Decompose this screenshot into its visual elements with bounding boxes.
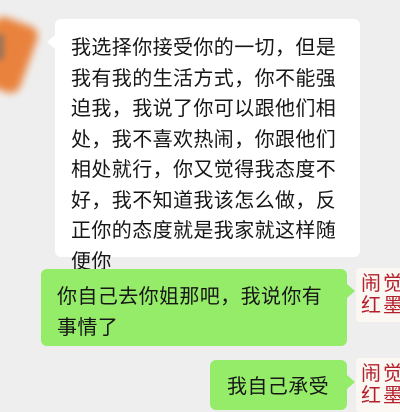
message-line: 好，我不知道我该怎么做，反 <box>71 187 337 212</box>
message-line: 相处就行，你又觉得我态度不 <box>71 157 337 181</box>
contact-avatar[interactable] <box>0 6 44 106</box>
message-line: 正你的态度就是我家就这样随 <box>71 218 337 242</box>
message-bubble-outgoing[interactable]: 我自己承受 <box>210 360 355 410</box>
message-line: 我选择你接受你的一切，但是 <box>71 35 337 59</box>
avatar-calligraphy-text: 闹觉 <box>361 361 400 385</box>
my-avatar[interactable]: 闹觉 红墨 <box>356 268 400 322</box>
my-avatar[interactable]: 闹觉 红墨 <box>356 358 400 412</box>
message-line: 我自己承受 <box>227 374 329 398</box>
avatar-calligraphy-text: 红墨 <box>361 383 400 407</box>
message-line: 处，我不喜欢热闹，你跟他们 <box>71 126 337 151</box>
avatar-calligraphy-text: 闹觉 <box>361 271 400 295</box>
avatar-blur-mosaic <box>0 14 41 96</box>
message-bubble-incoming[interactable]: 我选择你接受你的一切，但是 我有我的生活方式，你不能强 迫我，我说了你可以跟他们… <box>47 19 360 273</box>
avatar-calligraphy-text: 红墨 <box>361 293 400 317</box>
message-bubble-outgoing[interactable]: 你自己去你姐那吧，我说你有 事情了 <box>41 269 355 346</box>
message-line: 你自己去你姐那吧，我说你有 <box>57 284 323 308</box>
avatar-blur-mosaic <box>0 34 4 60</box>
message-line: 我有我的生活方式，你不能强 <box>71 65 337 90</box>
message-line: 迫我，我说了你可以跟他们相 <box>71 96 337 120</box>
message-line: 事情了 <box>57 314 119 339</box>
